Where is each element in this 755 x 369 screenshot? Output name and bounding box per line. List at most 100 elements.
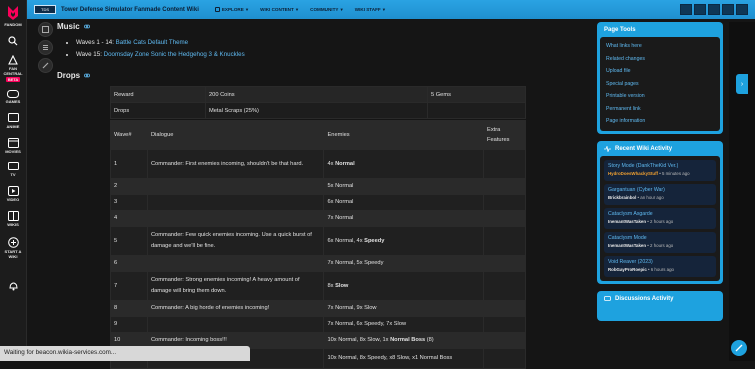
activity-user[interactable]: Brickbrainbol: [608, 195, 636, 200]
discussions-header: Discussions Activity: [600, 294, 720, 306]
beta-badge: BETA: [5, 77, 21, 82]
nav-community[interactable]: COMMUNITY ▾: [310, 7, 343, 13]
rail-item-tv[interactable]: TV: [0, 162, 26, 177]
activity-user[interactable]: InemantWasTaken: [608, 219, 646, 224]
search-button[interactable]: [680, 4, 692, 15]
column-header: Extra Features: [483, 120, 526, 150]
nav-wiki-content[interactable]: WIKI CONTENT ▾: [260, 7, 298, 13]
dialogue-cell: [146, 210, 325, 227]
expand-rail-button[interactable]: ›: [736, 74, 748, 94]
rail-label-video: VIDEO: [6, 197, 20, 202]
enemies-cell: 6x Normal, 4x Speedy: [323, 226, 485, 256]
wiki-title[interactable]: Tower Defense Simulator Fanmade Content …: [61, 7, 199, 13]
activity-item[interactable]: Story Mode (DankTheKid Ver.) HydroDoesWha…: [604, 159, 716, 181]
fandom-logo-icon: [8, 6, 18, 20]
messages-button[interactable]: [708, 4, 720, 15]
edit-page-button[interactable]: [38, 58, 53, 73]
rail-item-wikis[interactable]: WIKIS: [0, 211, 26, 227]
enemies-text: 7x Normal, 5x Speedy: [327, 260, 384, 266]
chevron-down-icon: ▾: [382, 6, 386, 12]
page-tool-page-information[interactable]: Page information: [606, 115, 714, 128]
activity-user[interactable]: RobGayProRoepic: [608, 267, 647, 272]
wave-number-cell: 6: [110, 255, 148, 272]
right-drawer-strip: [729, 22, 755, 361]
page-tool-upload-file[interactable]: Upload file: [606, 65, 714, 78]
user-menu-button[interactable]: [722, 4, 734, 15]
rail-item-search[interactable]: [0, 36, 26, 46]
table-row: 7 Commander: Strong enemies incoming! A h…: [110, 271, 526, 301]
activity-item[interactable]: Cataclysm Asgarde InemantWasTaken • 2 hou…: [604, 207, 716, 229]
page-tool-special-pages[interactable]: Special pages: [606, 78, 714, 91]
dialogue-cell: [146, 255, 325, 272]
rail-item-fan-central[interactable]: FAN CENTRAL BETA: [0, 55, 26, 82]
dialogue-cell: [146, 178, 325, 195]
edit-button[interactable]: [736, 4, 748, 15]
nav-wiki-staff[interactable]: WIKI STAFF ▾: [355, 7, 385, 13]
chevron-right-icon: ›: [740, 80, 744, 88]
extra-features-cell: [483, 149, 526, 179]
rail-item-fandom[interactable]: FANDOM: [0, 5, 26, 27]
activity-title[interactable]: Cataclysm Mode: [608, 235, 712, 242]
activity-title[interactable]: Void Reaver (2023): [608, 259, 712, 266]
wiki-nav: EXPLORE ▾ WIKI CONTENT ▾ COMMUNITY ▾ WIKI S…: [214, 6, 385, 13]
music-prefix: Waves 1 - 14:: [76, 39, 116, 46]
table-row: 6 7x Normal, 5x Speedy: [110, 255, 526, 272]
waves-table: Wave# Dialogue Enemies Extra Features 1C…: [110, 120, 526, 369]
enemies-text: 8x: [327, 282, 336, 289]
rail-item-anime[interactable]: ANIME: [0, 113, 26, 129]
activity-title[interactable]: Gargantuan (Cyber War): [608, 187, 712, 194]
table-row: Reward 200 Coins 5 Gems: [110, 86, 526, 103]
sections-button[interactable]: [38, 40, 53, 55]
drops-heading: Drops: [57, 71, 587, 80]
chevron-down-icon: ▾: [245, 6, 249, 12]
music-prefix: Wave 15:: [76, 51, 104, 58]
page-tool-printable-version[interactable]: Printable version: [606, 90, 714, 103]
dialogue-cell: [146, 194, 325, 211]
link-icon[interactable]: [84, 73, 91, 78]
enemies-cell: 7x Normal, 9x Slow: [323, 300, 485, 317]
page-tool-what-links-here[interactable]: What links here: [606, 40, 714, 53]
activity-user[interactable]: HydroDoesWhackyStuff: [608, 171, 658, 176]
activity-user[interactable]: InemantWasTaken: [608, 243, 646, 248]
rail-item-games[interactable]: GAMES: [0, 90, 26, 104]
activity-time: • 2 hours ago: [646, 242, 674, 248]
activity-icon: [604, 145, 611, 152]
activity-meta: Brickbrainbol • an hour ago: [608, 194, 712, 201]
page-tool-related-changes[interactable]: Related changes: [606, 53, 714, 66]
link-icon[interactable]: [83, 24, 90, 29]
nav-explore[interactable]: EXPLORE ▾: [214, 6, 249, 13]
table-row: 1 Commander: First enemies incoming, shou…: [110, 149, 526, 179]
rail-item-start-wiki[interactable]: START A WIKI: [0, 237, 26, 259]
music-link[interactable]: Battle Cats Default Theme: [116, 39, 188, 46]
nav-wiki-content-label: WIKI CONTENT: [260, 7, 294, 12]
rail-label-start-wiki: START A WIKI: [4, 249, 22, 259]
rail-item-notifications[interactable]: [0, 281, 26, 291]
scroll-to-top-button[interactable]: [731, 340, 747, 356]
notifications-button[interactable]: [694, 4, 706, 15]
enemy-type-bold: Normal Boss: [390, 337, 426, 343]
activity-item[interactable]: Cataclysm Mode InemantWasTaken • 2 hours …: [604, 231, 716, 253]
page-tool-permanent-link[interactable]: Permanent link: [606, 103, 714, 116]
activity-title[interactable]: Cataclysm Asgarde: [608, 211, 712, 218]
activity-title[interactable]: Story Mode (DankTheKid Ver.): [608, 163, 712, 170]
wiki-logo[interactable]: TDS: [34, 5, 56, 14]
activity-item[interactable]: Void Reaver (2023) RobGayProRoepic • 6 ho…: [604, 255, 716, 277]
rail-label-movies: MOVIES: [5, 149, 21, 154]
dialogue-cell: Commander: Strong enemies incoming! A he…: [146, 271, 325, 301]
edit-icon: [735, 344, 743, 352]
extra-features-cell: [483, 332, 526, 349]
rail-item-video[interactable]: VIDEO: [0, 186, 26, 202]
toc-button[interactable]: [38, 22, 53, 37]
enemies-text: 6x Normal: [327, 199, 354, 205]
rail-item-movies[interactable]: MOVIES: [0, 138, 26, 154]
music-link[interactable]: Doomsday Zone Sonic the Hedgehog 3 & Knu…: [104, 51, 245, 58]
header-action-buttons: [680, 4, 748, 15]
rewards-table: Reward 200 Coins 5 Gems Drops Metal Scra…: [110, 86, 526, 119]
article-content: Music Waves 1 - 14: Battle Cats Default …: [57, 22, 587, 80]
enemy-type-bold: Speedy: [364, 237, 385, 244]
nav-community-label: COMMUNITY: [310, 7, 339, 12]
activity-item[interactable]: Gargantuan (Cyber War) Brickbrainbol • an…: [604, 183, 716, 205]
rail-label-tv: TV: [10, 172, 16, 177]
dialogue-cell: Commander: Few quick enemies incoming. U…: [146, 226, 325, 256]
page-side-tools: [38, 22, 54, 73]
